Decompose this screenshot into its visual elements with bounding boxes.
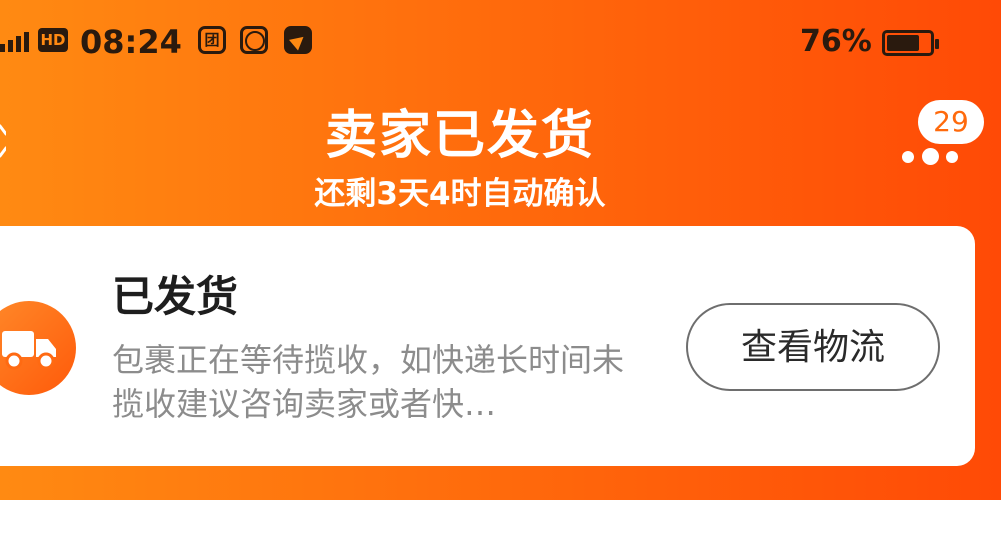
du-app-icon [240,26,268,54]
shipping-status-title: 已发货 [112,272,239,321]
battery-level-fill [887,35,919,51]
more-dots-icon-right [946,151,958,163]
battery-cap [935,39,939,49]
more-dots-icon [902,151,914,163]
shipping-status-description: 包裹正在等待揽收，如快递长时间未揽收建议咨询卖家或者快… [112,341,625,423]
message-count-badge: 29 [918,100,984,144]
send-app-icon [284,26,312,54]
status-bar: HD 08:24 团 76% [0,18,1001,68]
auto-confirm-countdown: 还剩3天4时自动确认 [314,176,606,212]
back-arrow-icon[interactable] [0,118,6,164]
signal-icon [0,32,29,52]
tuan-app-icon: 团 [198,26,226,54]
page-title: 卖家已发货 [324,106,595,166]
delivery-truck-icon [2,331,56,370]
tuan-app-glyph: 团 [204,31,220,49]
more-menu-button[interactable]: 29 [896,95,996,170]
hd-icon: HD [38,28,68,52]
more-dots-icon-center [922,148,939,165]
view-logistics-button[interactable]: 查看物流 [686,303,940,391]
order-detail-screen: HD 08:24 团 76% 卖家已发货 还剩3天4时自动确认 29 已发货 包… [0,0,1001,558]
status-time: 08:24 [80,23,182,61]
battery-percent: 76% [800,24,872,59]
battery-icon [882,30,939,56]
